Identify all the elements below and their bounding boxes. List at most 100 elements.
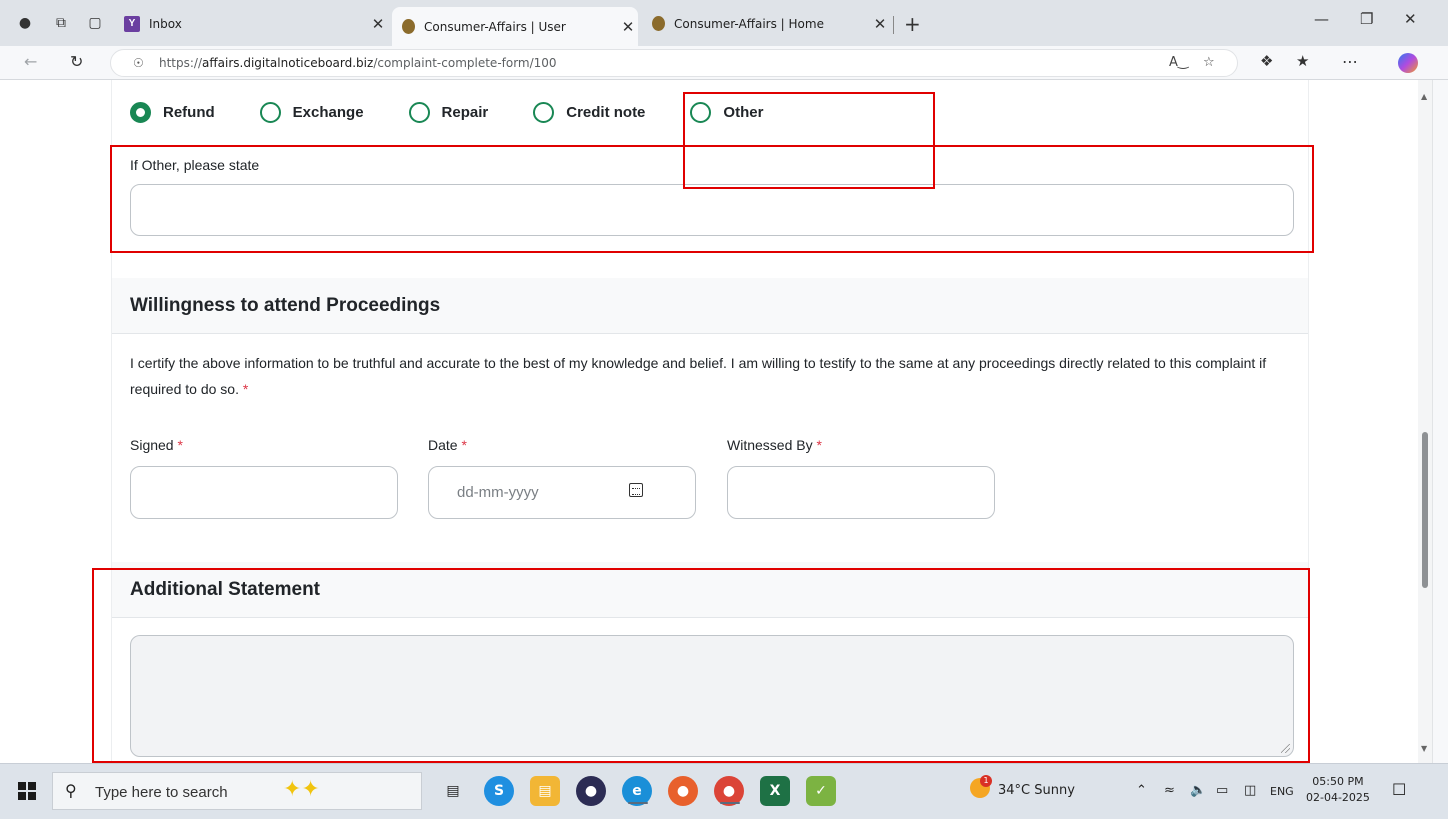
sidebar-strip xyxy=(1432,80,1448,763)
language-indicator[interactable]: ENG xyxy=(1270,785,1294,798)
read-aloud-icon[interactable]: A‿ xyxy=(1169,55,1188,70)
weather-badge: 1 xyxy=(980,775,992,787)
date-label: Date * xyxy=(428,437,467,453)
search-placeholder: Type here to search xyxy=(95,784,228,801)
edge-icon[interactable]: e xyxy=(622,776,652,806)
resize-handle-icon[interactable] xyxy=(1281,744,1290,753)
additional-statement-textarea[interactable] xyxy=(130,635,1294,757)
weather-icon[interactable]: 1 xyxy=(970,775,992,798)
radio-label: Repair xyxy=(441,104,489,121)
radio-label: Exchange xyxy=(292,104,364,121)
input-method-icon[interactable]: ◫ xyxy=(1244,783,1256,798)
search-highlight-icon: ✦✦ xyxy=(283,777,320,802)
radio-unchecked-icon xyxy=(408,102,430,123)
close-tab-icon[interactable]: ✕ xyxy=(368,15,388,33)
radio-unchecked-icon xyxy=(259,102,281,123)
tab-consumer-affairs-home[interactable]: Consumer-Affairs | Home ✕ xyxy=(644,7,890,40)
witnessed-input[interactable] xyxy=(727,466,995,519)
volume-icon[interactable]: 🔈 xyxy=(1190,783,1206,798)
url-scheme: https:// xyxy=(159,56,203,70)
witnessed-label: Witnessed By * xyxy=(727,437,822,453)
workspaces-icon[interactable]: ⧉ xyxy=(50,12,72,34)
certification-text: I certify the above information to be tr… xyxy=(130,350,1300,402)
consumer-affairs-icon xyxy=(402,19,415,34)
tab-divider xyxy=(893,16,894,34)
close-tab-icon[interactable]: ✕ xyxy=(618,18,638,36)
tab-inbox[interactable]: Y Inbox ✕ xyxy=(116,7,388,40)
radio-exchange[interactable]: Exchange xyxy=(259,102,364,123)
scrollbar-thumb[interactable] xyxy=(1422,432,1428,588)
certification-body: I certify the above information to be tr… xyxy=(130,355,1267,397)
willingness-section-header: Willingness to attend Proceedings xyxy=(112,278,1308,334)
other-field-label: If Other, please state xyxy=(130,157,260,173)
label-text: Date xyxy=(428,437,458,453)
radio-other[interactable]: Other xyxy=(690,102,763,123)
page-viewport: Refund Exchange Repair Credit note Other… xyxy=(0,80,1418,763)
radio-checked-icon xyxy=(130,102,151,123)
excel-icon[interactable]: X xyxy=(760,776,790,806)
required-asterisk: * xyxy=(242,381,249,397)
date-input[interactable]: dd-mm-yyyy xyxy=(428,466,696,519)
profile-icon[interactable]: ● xyxy=(14,12,36,34)
url-path: /complaint-complete-form/100 xyxy=(373,56,557,70)
windows-taskbar: ⚲ Type here to search ✦✦ ▤ S ▤ ● e ● ● X… xyxy=(0,763,1448,819)
taskbar-search-box[interactable]: ⚲ Type here to search ✦✦ xyxy=(52,772,422,810)
page-info-icon[interactable]: ☉ xyxy=(133,56,144,70)
radio-label: Credit note xyxy=(566,104,646,121)
refresh-icon[interactable]: ↻ xyxy=(70,52,83,71)
new-tab-icon[interactable]: + xyxy=(904,12,921,36)
complaint-form-card: Refund Exchange Repair Credit note Other… xyxy=(111,80,1309,763)
additional-statement-header: Additional Statement xyxy=(112,562,1308,618)
signed-input[interactable] xyxy=(130,466,398,519)
chrome-icon[interactable]: ● xyxy=(714,776,744,806)
tab-consumer-affairs-user[interactable]: Consumer-Affairs | User ✕ xyxy=(392,7,638,46)
file-explorer-icon[interactable]: ▤ xyxy=(530,776,560,806)
minimize-icon[interactable]: — xyxy=(1314,10,1329,28)
radio-refund[interactable]: Refund xyxy=(130,102,215,123)
tray-chevron-icon[interactable]: ⌃ xyxy=(1136,783,1147,798)
signed-label: Signed * xyxy=(130,437,183,453)
tab-actions-icon[interactable]: ▢ xyxy=(84,12,106,34)
other-input[interactable] xyxy=(130,184,1294,236)
radio-unchecked-icon xyxy=(690,102,712,123)
copilot-icon[interactable] xyxy=(1398,53,1418,73)
radio-credit-note[interactable]: Credit note xyxy=(533,102,645,123)
date-placeholder: dd-mm-yyyy xyxy=(457,484,539,501)
extensions-icon[interactable]: ❖ xyxy=(1260,52,1273,70)
taskbar-clock[interactable]: 05:50 PM 02-04-2025 xyxy=(1306,774,1370,806)
required-asterisk: * xyxy=(177,437,183,453)
yahoo-mail-icon: Y xyxy=(124,15,140,32)
url-text: https://affairs.digitalnoticeboard.biz/c… xyxy=(159,56,557,70)
windows-start-icon[interactable] xyxy=(18,782,36,800)
back-icon[interactable]: ← xyxy=(24,52,37,71)
close-window-icon[interactable]: ✕ xyxy=(1404,10,1417,28)
firefox-icon[interactable]: ● xyxy=(668,776,698,806)
close-tab-icon[interactable]: ✕ xyxy=(870,15,890,33)
scroll-up-icon[interactable]: ▲ xyxy=(1421,92,1427,101)
search-icon: ⚲ xyxy=(65,781,77,800)
radio-repair[interactable]: Repair xyxy=(408,102,489,123)
more-options-icon[interactable]: ⋯ xyxy=(1342,52,1358,71)
weather-text[interactable]: 34°C Sunny xyxy=(998,783,1075,798)
url-host: affairs.digitalnoticeboard.biz xyxy=(202,56,374,70)
browser-tab-strip: ● ⧉ ▢ Y Inbox ✕ Consumer-Affairs | User … xyxy=(0,0,1448,46)
task-view-icon[interactable]: ▤ xyxy=(438,776,468,806)
favorite-star-icon[interactable]: ☆ xyxy=(1203,55,1215,70)
tab-title: Inbox xyxy=(149,16,182,31)
radio-label: Refund xyxy=(163,104,215,121)
browser-toolbar: ← ↻ ☉ https://affairs.digitalnoticeboard… xyxy=(0,46,1448,80)
page-scrollbar[interactable]: ▲ ▼ xyxy=(1418,80,1432,763)
favorites-icon[interactable]: ★ xyxy=(1296,52,1309,70)
battery-icon[interactable]: ▭ xyxy=(1216,783,1228,798)
restore-icon[interactable]: ❐ xyxy=(1360,10,1373,28)
required-asterisk: * xyxy=(461,437,467,453)
address-bar[interactable]: ☉ https://affairs.digitalnoticeboard.biz… xyxy=(110,49,1238,77)
active-app-indicator xyxy=(720,802,740,804)
wifi-icon[interactable]: ≈ xyxy=(1164,783,1175,798)
skype-icon[interactable]: S xyxy=(484,776,514,806)
notepad-icon[interactable]: ✓ xyxy=(806,776,836,806)
calendar-icon[interactable] xyxy=(629,483,643,497)
eclipse-icon[interactable]: ● xyxy=(576,776,606,806)
notifications-icon[interactable]: ☐ xyxy=(1392,780,1406,799)
scroll-down-icon[interactable]: ▼ xyxy=(1421,744,1427,753)
